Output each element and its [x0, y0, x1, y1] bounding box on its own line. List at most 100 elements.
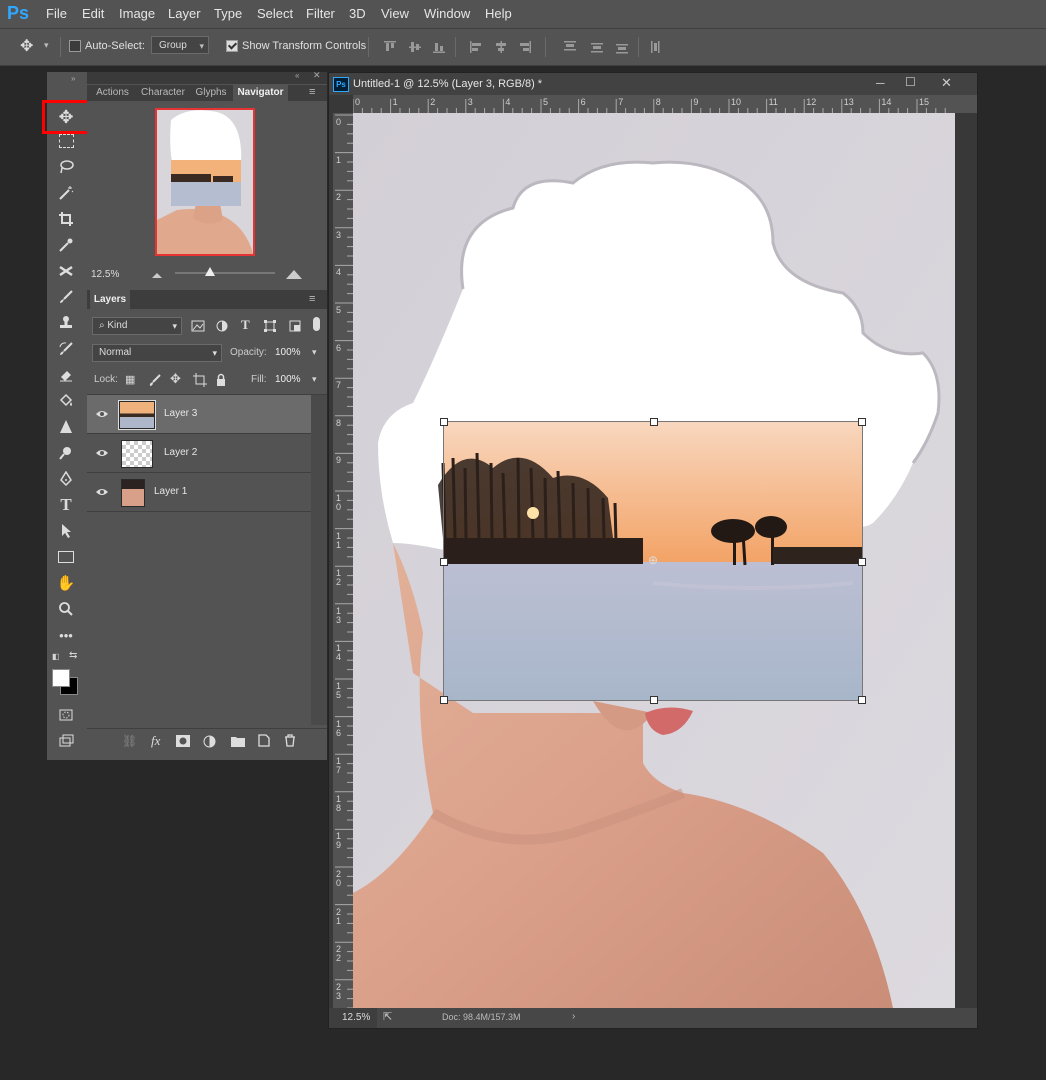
marquee-tool[interactable]	[53, 130, 79, 152]
tab-character[interactable]: Character	[137, 85, 189, 101]
screen-mode-button[interactable]	[53, 730, 79, 752]
chevron-right-icon[interactable]: ›	[572, 1011, 575, 1022]
adjustment-layer-filter-icon[interactable]	[215, 319, 229, 333]
transform-handle-top-center[interactable]	[650, 418, 658, 426]
layer-style-fx-button[interactable]: fx	[151, 733, 160, 749]
transform-handle-middle-left[interactable]	[440, 558, 448, 566]
layer-name[interactable]: Layer 1	[154, 486, 187, 497]
fill-value[interactable]: 100%	[275, 374, 301, 385]
layers-scrollbar[interactable]	[311, 395, 327, 725]
status-zoom-value[interactable]: 12.5%	[342, 1012, 370, 1023]
lock-image-pixels-icon[interactable]	[148, 373, 162, 387]
visibility-eye-icon[interactable]	[95, 407, 109, 421]
tab-navigator[interactable]: Navigator	[233, 85, 288, 101]
move-tool-preset-icon[interactable]: ✥	[20, 36, 33, 56]
add-mask-icon[interactable]	[176, 735, 190, 747]
quick-mask-button[interactable]	[53, 704, 79, 726]
menu-type[interactable]: Type	[214, 6, 242, 21]
share-icon[interactable]: ⇱	[383, 1010, 392, 1023]
document-canvas[interactable]: ⊕	[353, 113, 955, 1008]
foreground-color-swatch[interactable]	[52, 669, 70, 687]
horizontal-ruler[interactable]: 0 1 2 3 4 5 6 7 8 9 10 11 12 13 14 15	[353, 95, 977, 114]
layer-name[interactable]: Layer 2	[164, 447, 197, 458]
layer-row-layer-1[interactable]: Layer 1	[87, 473, 311, 512]
dodge-tool[interactable]	[53, 442, 79, 464]
align-bottom-icon[interactable]	[432, 40, 446, 54]
lock-all-icon[interactable]	[214, 373, 228, 387]
layer-row-layer-3[interactable]: Layer 3	[87, 395, 311, 434]
zoom-tool[interactable]	[53, 598, 79, 620]
collapse-panel-icon[interactable]: «	[295, 71, 299, 80]
align-right-icon[interactable]	[518, 40, 532, 54]
chevron-down-icon[interactable]: ▾	[312, 374, 317, 385]
move-tool[interactable]: ✥	[42, 100, 90, 134]
auto-select-target-dropdown[interactable]: Group ▾	[151, 36, 209, 54]
close-panel-icon[interactable]: ✕	[313, 70, 321, 81]
transform-bounding-box[interactable]: ⊕	[440, 418, 866, 704]
menu-filter[interactable]: Filter	[306, 6, 335, 21]
panel-menu-icon[interactable]: ≡	[309, 86, 315, 98]
transform-center-point-icon[interactable]: ⊕	[648, 553, 658, 567]
link-layers-icon[interactable]: ⛓	[122, 734, 137, 748]
magic-wand-tool[interactable]	[53, 182, 79, 204]
hand-tool[interactable]: ✋	[53, 572, 79, 594]
eyedropper-tool[interactable]	[53, 234, 79, 256]
distribute-bottom-icon[interactable]	[615, 40, 629, 54]
menu-image[interactable]: Image	[119, 6, 155, 21]
paint-bucket-tool[interactable]	[53, 390, 79, 412]
transform-handle-top-right[interactable]	[858, 418, 866, 426]
eraser-tool[interactable]	[53, 364, 79, 386]
menu-window[interactable]: Window	[424, 6, 470, 21]
new-group-icon[interactable]	[231, 735, 245, 747]
crop-tool[interactable]	[53, 208, 79, 230]
layer-name[interactable]: Layer 3	[164, 408, 197, 419]
distribute-horizontal-icon[interactable]	[648, 40, 662, 54]
delete-layer-icon[interactable]	[284, 734, 296, 747]
panel-menu-icon[interactable]: ≡	[309, 293, 315, 305]
close-icon[interactable]: ✕	[941, 75, 952, 91]
type-layer-filter-icon[interactable]: T	[241, 317, 250, 333]
lasso-tool[interactable]	[53, 156, 79, 178]
navigator-preview[interactable]	[155, 108, 255, 256]
pixel-layer-filter-icon[interactable]	[191, 319, 205, 333]
edit-toolbar-button[interactable]: •••	[53, 624, 79, 646]
show-transform-checkbox[interactable]	[226, 40, 238, 52]
chevron-down-icon[interactable]: ▾	[44, 40, 49, 51]
distribute-top-icon[interactable]	[563, 40, 577, 54]
path-selection-tool[interactable]	[53, 520, 79, 542]
pen-tool[interactable]	[53, 468, 79, 490]
lock-position-icon[interactable]: ✥	[170, 371, 181, 387]
new-layer-icon[interactable]	[258, 734, 270, 747]
transform-handle-bottom-center[interactable]	[650, 696, 658, 704]
zoom-out-icon[interactable]	[151, 271, 163, 279]
healing-brush-tool[interactable]	[53, 260, 79, 282]
history-brush-tool[interactable]	[53, 338, 79, 360]
auto-select-checkbox[interactable]	[69, 40, 81, 52]
zoom-in-icon[interactable]	[285, 268, 303, 280]
navigator-zoom-value[interactable]: 12.5%	[91, 269, 119, 280]
maximize-icon[interactable]: ☐	[905, 75, 916, 89]
transform-handle-top-left[interactable]	[440, 418, 448, 426]
menu-help[interactable]: Help	[485, 6, 512, 21]
vertical-ruler[interactable]: 01234567891011121314151617181920212223	[333, 113, 353, 1008]
transform-handle-middle-right[interactable]	[858, 558, 866, 566]
align-top-icon[interactable]	[383, 40, 397, 54]
lock-artboard-icon[interactable]	[193, 373, 207, 387]
zoom-slider-thumb[interactable]	[205, 267, 215, 276]
visibility-eye-icon[interactable]	[95, 446, 109, 460]
type-tool[interactable]: T	[53, 494, 79, 516]
filter-toggle-switch[interactable]	[313, 317, 320, 331]
adjustment-layer-icon[interactable]	[203, 735, 216, 748]
clone-stamp-tool[interactable]	[53, 312, 79, 334]
expand-panel-icon[interactable]: »	[71, 74, 75, 83]
align-left-icon[interactable]	[469, 40, 483, 54]
menu-view[interactable]: View	[381, 6, 409, 21]
align-vertical-center-icon[interactable]	[408, 40, 422, 54]
transform-handle-bottom-left[interactable]	[440, 696, 448, 704]
smart-object-filter-icon[interactable]	[288, 319, 302, 333]
shape-layer-filter-icon[interactable]	[263, 319, 277, 333]
zoom-slider-track[interactable]	[175, 272, 275, 274]
rectangle-tool[interactable]	[53, 546, 79, 568]
distribute-vertical-center-icon[interactable]	[590, 40, 604, 54]
menu-3d[interactable]: 3D	[349, 6, 366, 21]
